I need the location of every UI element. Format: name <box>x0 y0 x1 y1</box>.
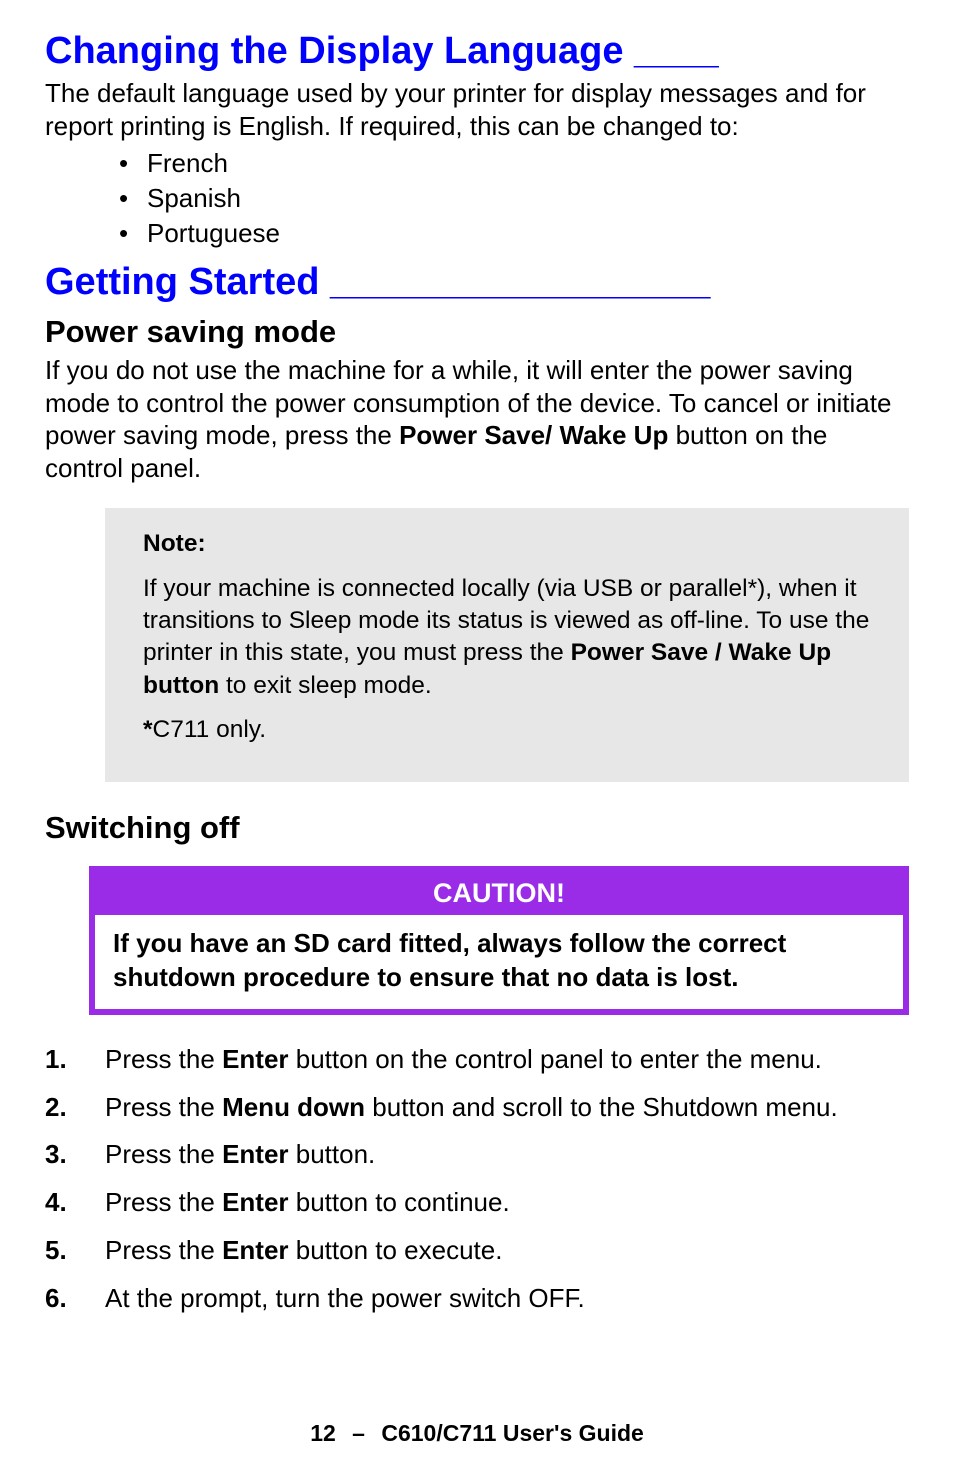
note-body: If your machine is connected locally (vi… <box>143 573 885 702</box>
step-item: Press the Enter button on the control pa… <box>45 1043 909 1077</box>
note-footnote: *C711 only. <box>143 714 885 746</box>
footer-separator: – <box>352 1420 365 1446</box>
heading-changing-language: Changing the Display Language ____ <box>45 30 909 73</box>
list-item: Spanish <box>125 181 909 216</box>
subheading-switching-off: Switching off <box>45 810 909 846</box>
step-item: At the prompt, turn the power switch OFF… <box>45 1282 909 1316</box>
step-item: Press the Enter button. <box>45 1138 909 1172</box>
list-item: French <box>125 146 909 181</box>
step-item: Press the Menu down button and scroll to… <box>45 1091 909 1125</box>
page-number: 12 <box>310 1420 336 1446</box>
power-saving-paragraph: If you do not use the machine for a whil… <box>45 354 909 484</box>
intro-paragraph: The default language used by your printe… <box>45 77 909 142</box>
heading-getting-started: Getting Started __________________ <box>45 261 909 304</box>
caution-label: CAUTION! <box>95 872 903 915</box>
list-item: Portuguese <box>125 216 909 251</box>
note-box: Note: If your machine is connected local… <box>105 508 909 782</box>
document-title: C610/C711 User's Guide <box>381 1420 643 1446</box>
language-list: French Spanish Portuguese <box>125 146 909 251</box>
page-footer: 12 – C610/C711 User's Guide <box>0 1420 954 1447</box>
steps-list: Press the Enter button on the control pa… <box>45 1043 909 1316</box>
caution-body: If you have an SD card fitted, always fo… <box>95 915 903 1009</box>
caution-box: CAUTION! If you have an SD card fitted, … <box>89 866 909 1015</box>
note-label: Note: <box>143 528 885 560</box>
step-item: Press the Enter button to execute. <box>45 1234 909 1268</box>
step-item: Press the Enter button to continue. <box>45 1186 909 1220</box>
subheading-power-saving: Power saving mode <box>45 314 909 350</box>
